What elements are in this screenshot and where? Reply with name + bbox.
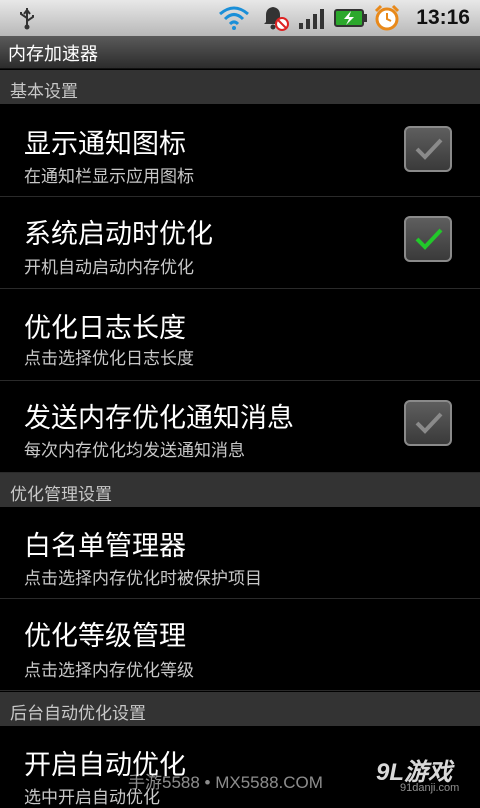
pref-summary: 点击选择内存优化等级 — [24, 661, 194, 681]
pref-whitelist-manager[interactable]: 白名单管理器 点击选择内存优化时被保护项目 — [0, 508, 480, 599]
section-label: 后台自动优化设置 — [10, 704, 146, 724]
wifi-icon — [219, 6, 249, 30]
pref-title: 发送内存优化通知消息 — [24, 403, 294, 434]
pref-title: 优化等级管理 — [24, 621, 186, 652]
status-bar: 13:16 — [0, 0, 480, 36]
boot-optimize-checkbox[interactable] — [404, 216, 452, 262]
show-icon-checkbox[interactable] — [404, 126, 452, 172]
pref-boot-optimize[interactable]: 系统启动时优化 开机自动启动内存优化 — [0, 198, 480, 289]
section-label: 基本设置 — [10, 82, 78, 102]
usb-icon — [20, 8, 34, 30]
alarm-clock-icon — [374, 4, 400, 31]
pref-summary: 开机自动启动内存优化 — [24, 258, 194, 278]
check-icon — [415, 228, 443, 250]
signal-icon — [299, 9, 324, 29]
watermark-center: 手游5588 • MX5588.COM — [128, 773, 323, 792]
app-title-bar: 内存加速器 — [0, 36, 480, 69]
section-header-basic: 基本设置 — [0, 70, 480, 104]
pref-title: 系统启动时优化 — [24, 219, 213, 250]
check-icon — [415, 138, 443, 160]
pref-summary: 在通知栏显示应用图标 — [24, 167, 194, 187]
pref-level-manager[interactable]: 优化等级管理 点击选择内存优化等级 — [0, 600, 480, 691]
pref-summary: 点击选择内存优化时被保护项目 — [24, 569, 262, 589]
check-icon — [415, 412, 443, 434]
section-header-manage: 优化管理设置 — [0, 473, 480, 507]
battery-charging-icon — [334, 9, 367, 27]
pref-summary: 点击选择优化日志长度 — [24, 349, 194, 369]
pref-title: 显示通知图标 — [24, 129, 186, 160]
section-label: 优化管理设置 — [10, 485, 112, 505]
pref-title: 白名单管理器 — [24, 531, 186, 562]
pref-log-length[interactable]: 优化日志长度 点击选择优化日志长度 — [0, 290, 480, 381]
pref-show-notification-icon[interactable]: 显示通知图标 在通知栏显示应用图标 — [0, 106, 480, 197]
pref-send-notification[interactable]: 发送内存优化通知消息 每次内存优化均发送通知消息 — [0, 382, 480, 473]
app-title: 内存加速器 — [8, 44, 98, 65]
pref-summary: 每次内存优化均发送通知消息 — [24, 441, 245, 461]
watermark-url: 91danji.com — [400, 782, 460, 794]
send-notification-checkbox[interactable] — [404, 400, 452, 446]
status-clock: 13:16 — [416, 6, 470, 29]
alarm-muted-icon — [264, 7, 289, 31]
section-header-auto: 后台自动优化设置 — [0, 692, 480, 726]
pref-title: 优化日志长度 — [24, 313, 186, 344]
